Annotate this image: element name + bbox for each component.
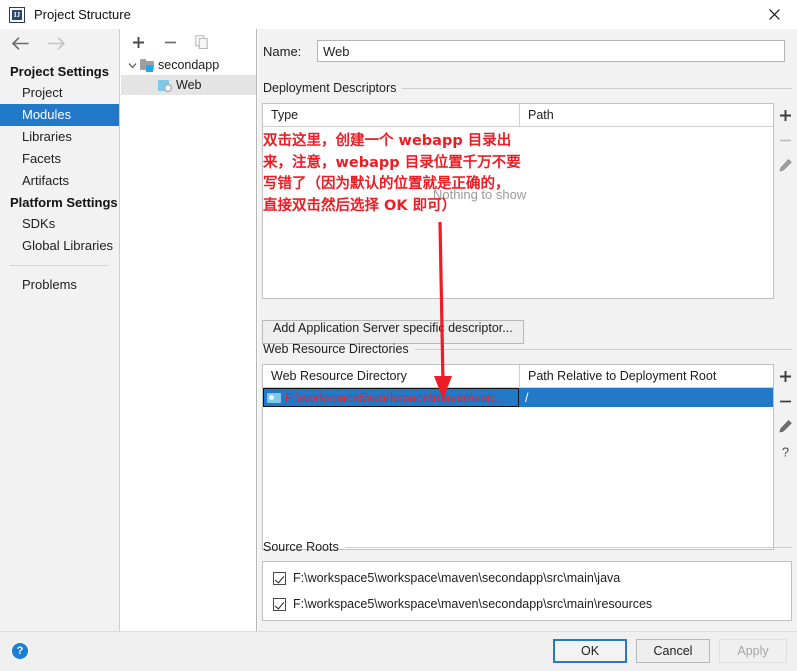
minus-glyph (164, 41, 176, 43)
group-rule (344, 546, 792, 548)
title-bar: Project Structure (0, 0, 797, 29)
web-resource-directories-group-label: Web Resource Directories (263, 342, 792, 356)
chevron-down-icon[interactable] (125, 61, 139, 70)
arrow-right-glyph (47, 36, 65, 50)
tree-node-label: secondapp (158, 58, 220, 72)
folder-module-icon (139, 57, 155, 73)
directory-icon (267, 391, 281, 404)
module-facet-content: Name: Deployment Descriptors Type Path N… (258, 29, 797, 631)
deployment-descriptors-toolbar (774, 103, 796, 299)
arrow-left-icon[interactable] (10, 33, 30, 53)
table-row[interactable]: F:\workspace5\workspace\maven\sec... / (263, 388, 773, 407)
add-web-resource-button[interactable] (774, 364, 796, 389)
deployment-descriptors-title: Deployment Descriptors (263, 81, 397, 95)
apply-button[interactable]: Apply (719, 639, 787, 663)
minus-icon (779, 139, 791, 142)
sidebar-group-project-settings: Project Settings (10, 64, 109, 79)
list-item[interactable]: F:\workspace5\workspace\maven\secondapp\… (263, 565, 791, 591)
relative-path-value[interactable]: / (519, 391, 528, 405)
sidebar-item-project[interactable]: Project (0, 82, 119, 104)
deployment-descriptors-body[interactable]: Nothing to show (263, 127, 773, 298)
sidebar-list: Project Settings Project Modules Librari… (0, 61, 119, 296)
deployment-descriptors-header: Type Path (263, 104, 773, 127)
module-tree-toolbar (121, 29, 256, 55)
help-icon[interactable]: ? (12, 643, 28, 659)
column-header-path[interactable]: Path (519, 104, 773, 126)
web-resource-directories-toolbar: ? (774, 364, 796, 550)
intellij-icon (9, 6, 25, 23)
source-root-checkbox[interactable] (273, 571, 286, 585)
plus-icon (779, 110, 791, 121)
sidebar-item-modules[interactable]: Modules (0, 104, 119, 126)
arrow-left-glyph (11, 36, 29, 50)
svg-text:?: ? (781, 445, 788, 460)
source-roots-list[interactable]: F:\workspace5\workspace\maven\secondapp\… (262, 561, 792, 621)
pencil-icon (778, 159, 792, 172)
name-label: Name: (263, 43, 302, 59)
module-tree-body: secondapp Web (121, 55, 256, 631)
help-web-resource-button[interactable]: ? (774, 439, 796, 464)
copy-glyph (195, 35, 208, 49)
close-icon[interactable] (752, 0, 797, 29)
minus-icon[interactable] (162, 34, 178, 50)
source-roots-group-label: Source Roots (263, 540, 792, 554)
edit-web-resource-button[interactable] (774, 414, 796, 439)
web-facet-icon (157, 77, 173, 93)
web-resource-directories-table[interactable]: Web Resource Directory Path Relative to … (262, 364, 774, 550)
ok-button[interactable]: OK (553, 639, 627, 663)
tree-node-web[interactable]: Web (121, 75, 256, 95)
add-app-server-descriptor-button[interactable]: Add Application Server specific descript… (262, 320, 524, 344)
close-glyph (769, 9, 780, 20)
sidebar-item-global-libraries[interactable]: Global Libraries (0, 235, 119, 257)
column-header-type[interactable]: Type (263, 104, 519, 126)
sidebar-nav-row (0, 29, 119, 57)
web-resource-directories-body[interactable]: F:\workspace5\workspace\maven\sec... / (263, 388, 773, 549)
cancel-button[interactable]: Cancel (636, 639, 710, 663)
sidebar-group-platform-settings: Platform Settings (10, 195, 118, 210)
source-root-path: F:\workspace5\workspace\maven\secondapp\… (293, 597, 653, 611)
source-roots-title: Source Roots (263, 540, 339, 554)
sidebar-item-problems[interactable]: Problems (0, 274, 119, 296)
remove-descriptor-button[interactable] (774, 128, 796, 153)
plus-icon (779, 371, 791, 382)
group-rule (414, 348, 792, 350)
edit-descriptor-button[interactable] (774, 153, 796, 178)
web-resource-directory-cell[interactable]: F:\workspace5\workspace\maven\sec... (263, 388, 519, 407)
name-row: Name: (263, 40, 785, 62)
column-header-path-relative[interactable]: Path Relative to Deployment Root (519, 365, 773, 387)
plus-icon[interactable] (130, 34, 146, 50)
module-tree-panel: secondapp Web (121, 29, 257, 631)
web-resource-directories-header: Web Resource Directory Path Relative to … (263, 365, 773, 388)
group-rule (402, 87, 792, 89)
list-item[interactable]: F:\workspace5\workspace\maven\secondapp\… (263, 591, 791, 617)
empty-state-text: Nothing to show (433, 187, 527, 202)
sidebar-item-libraries[interactable]: Libraries (0, 126, 119, 148)
question-icon: ? (781, 445, 788, 460)
column-header-web-resource-directory[interactable]: Web Resource Directory (263, 365, 519, 387)
chevron-down-glyph (128, 62, 136, 68)
web-resource-directory-value: F:\workspace5\workspace\maven\sec... (285, 390, 504, 405)
minus-icon (779, 400, 791, 403)
window-title: Project Structure (34, 7, 131, 22)
remove-web-resource-button[interactable] (774, 389, 796, 414)
deployment-descriptors-group-label: Deployment Descriptors (263, 81, 792, 95)
pencil-icon (778, 420, 792, 433)
sidebar-divider (10, 265, 109, 266)
source-root-checkbox[interactable] (273, 597, 286, 611)
tree-node-secondapp[interactable]: secondapp (121, 55, 256, 75)
web-resource-directories-title: Web Resource Directories (263, 342, 409, 356)
sidebar-item-facets[interactable]: Facets (0, 148, 119, 170)
arrow-right-icon[interactable] (46, 33, 66, 53)
name-input[interactable] (317, 40, 785, 62)
sidebar-item-artifacts[interactable]: Artifacts (0, 170, 119, 192)
source-root-path: F:\workspace5\workspace\maven\secondapp\… (293, 571, 621, 585)
settings-sidebar: Project Settings Project Modules Librari… (0, 29, 120, 631)
sidebar-item-sdks[interactable]: SDKs (0, 213, 119, 235)
deployment-descriptors-table[interactable]: Type Path Nothing to show (262, 103, 774, 299)
plus-glyph (132, 36, 144, 48)
tree-node-label: Web (176, 78, 202, 92)
add-descriptor-button[interactable] (774, 103, 796, 128)
copy-icon[interactable] (194, 34, 210, 50)
